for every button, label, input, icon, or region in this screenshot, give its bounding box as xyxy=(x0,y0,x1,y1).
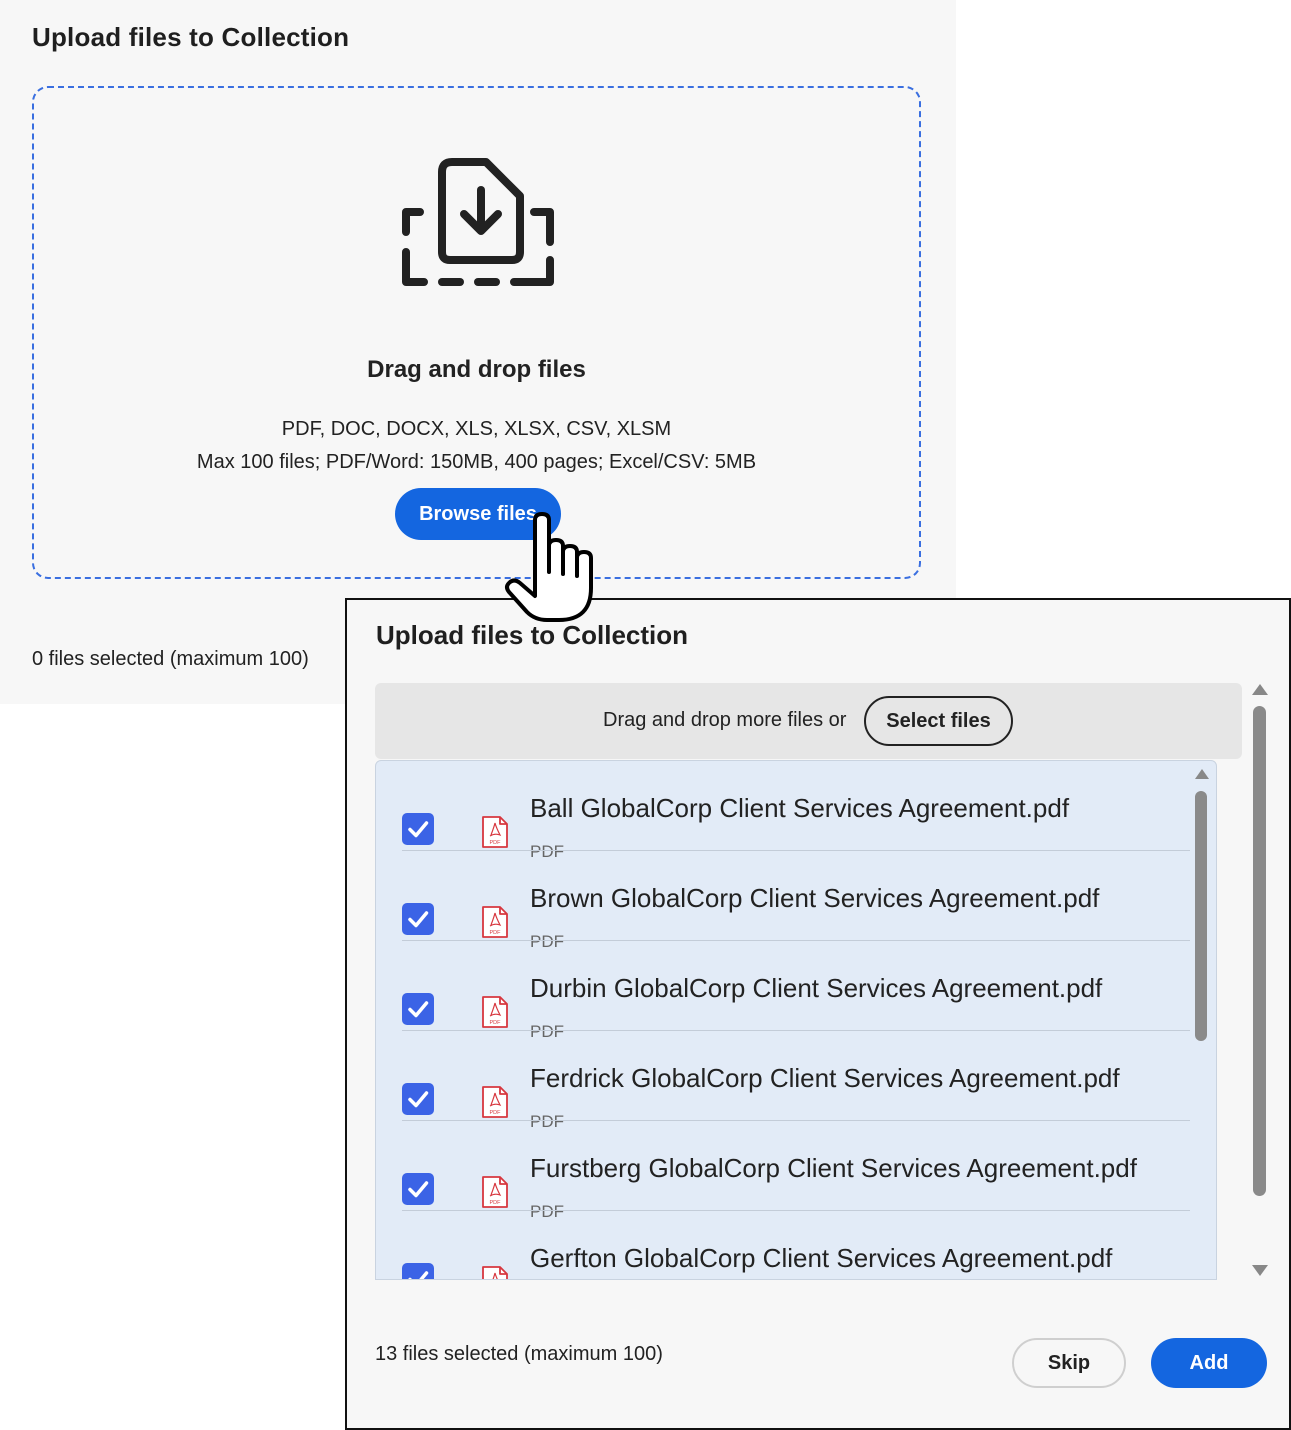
files-selected-count: 13 files selected (maximum 100) xyxy=(375,1343,663,1365)
scroll-up-icon[interactable] xyxy=(1195,769,1209,779)
file-name: Ball GlobalCorp Client Services Agreemen… xyxy=(530,793,1070,823)
file-name: Gerfton GlobalCorp Client Services Agree… xyxy=(530,1243,1113,1273)
page-title: Upload files to Collection xyxy=(32,22,350,52)
drop-more-text: Drag and drop more files or xyxy=(603,709,847,731)
file-list-item[interactable]: PDF Ferdrick GlobalCorp Client Services A… xyxy=(376,1031,1216,1131)
pdf-file-icon: PDF xyxy=(481,1085,509,1124)
pdf-file-icon: PDF xyxy=(481,995,509,1034)
scroll-up-icon[interactable] xyxy=(1252,684,1268,695)
checkmark-icon xyxy=(408,1181,429,1198)
svg-text:PDF: PDF xyxy=(490,1020,502,1026)
svg-text:PDF: PDF xyxy=(490,840,502,846)
file-list-item[interactable]: PDF Ball GlobalCorp Client Services Agree… xyxy=(376,761,1216,861)
pdf-file-icon: PDF xyxy=(481,815,509,854)
dropzone[interactable]: Drag and drop files PDF, DOC, DOCX, XLS,… xyxy=(32,86,921,579)
file-checkbox[interactable] xyxy=(402,1263,434,1279)
pdf-file-icon: PDF xyxy=(481,1265,509,1279)
svg-text:PDF: PDF xyxy=(490,1200,502,1206)
drop-more-bar[interactable]: Drag and drop more files or Select files xyxy=(375,683,1242,759)
dialog-scroll-thumb[interactable] xyxy=(1253,706,1266,1196)
file-name: Durbin GlobalCorp Client Services Agreem… xyxy=(530,973,1103,1003)
file-name: Furstberg GlobalCorp Client Services Agr… xyxy=(530,1153,1137,1183)
file-checkbox[interactable] xyxy=(402,1173,434,1205)
file-list[interactable]: PDF Ball GlobalCorp Client Services Agree… xyxy=(375,760,1217,1280)
file-name: Brown GlobalCorp Client Services Agreeme… xyxy=(530,883,1100,913)
svg-text:PDF: PDF xyxy=(490,930,502,936)
pdf-file-icon: PDF xyxy=(481,1175,509,1214)
hand-pointer-icon xyxy=(505,512,593,622)
dropzone-heading: Drag and drop files xyxy=(367,356,586,383)
file-download-dropzone-icon xyxy=(402,158,554,286)
checkmark-icon xyxy=(408,821,429,838)
pdf-file-icon: PDF xyxy=(481,905,509,944)
file-list-item[interactable]: PDF Brown GlobalCorp Client Services Agre… xyxy=(376,851,1216,951)
files-selected-count: 0 files selected (maximum 100) xyxy=(32,648,309,670)
file-list-item[interactable]: PDF Durbin GlobalCorp Client Services Agr… xyxy=(376,941,1216,1041)
scroll-down-icon[interactable] xyxy=(1252,1265,1268,1276)
upload-limits: Max 100 files; PDF/Word: 150MB, 400 page… xyxy=(196,451,757,473)
checkmark-icon xyxy=(408,1271,429,1279)
svg-text:PDF: PDF xyxy=(490,1110,502,1116)
supported-formats: PDF, DOC, DOCX, XLS, XLSX, CSV, XLSM xyxy=(281,418,672,440)
file-checkbox[interactable] xyxy=(402,813,434,845)
file-checkbox[interactable] xyxy=(402,993,434,1025)
file-list-scrollbar[interactable] xyxy=(1194,769,1209,1279)
file-name: Ferdrick GlobalCorp Client Services Agre… xyxy=(530,1063,1120,1093)
file-checkbox[interactable] xyxy=(402,903,434,935)
add-button[interactable]: Add xyxy=(1151,1338,1267,1388)
checkmark-icon xyxy=(408,1091,429,1108)
select-files-button[interactable]: Select files xyxy=(864,696,1013,746)
checkmark-icon xyxy=(408,911,429,928)
file-list-item[interactable]: PDF Furstberg GlobalCorp Client Services … xyxy=(376,1121,1216,1221)
skip-button[interactable]: Skip xyxy=(1012,1338,1126,1388)
scroll-thumb[interactable] xyxy=(1195,791,1207,1041)
file-checkbox[interactable] xyxy=(402,1083,434,1115)
file-list-item[interactable]: PDF Gerfton GlobalCorp Client Services Ag… xyxy=(376,1211,1216,1279)
checkmark-icon xyxy=(408,1001,429,1018)
upload-dialog: Upload files to Collection Drag and drop… xyxy=(345,598,1291,1430)
dialog-title: Upload files to Collection xyxy=(376,620,689,650)
